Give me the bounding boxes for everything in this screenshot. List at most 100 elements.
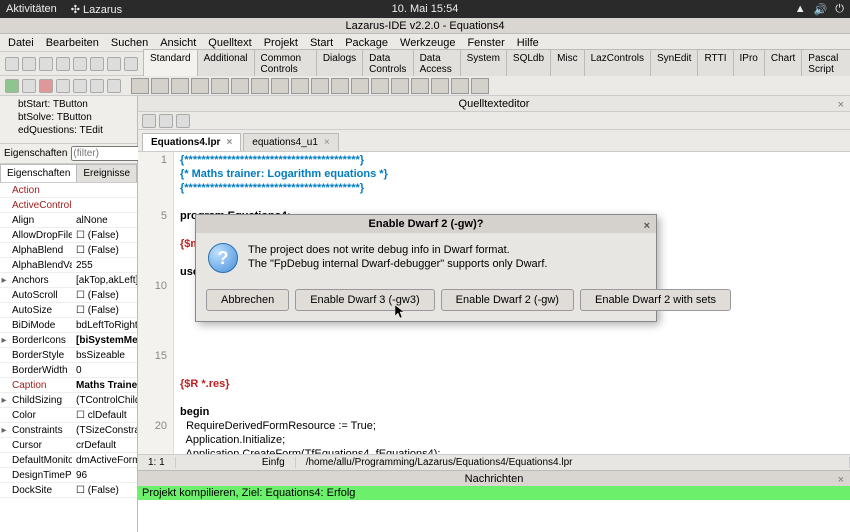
close-icon[interactable]: × bbox=[838, 97, 844, 113]
menu-datei[interactable]: Datei bbox=[8, 37, 34, 49]
palette-tab[interactable]: Dialogs bbox=[316, 49, 363, 78]
palette-tab[interactable]: System bbox=[460, 49, 507, 78]
open-icon[interactable] bbox=[22, 57, 36, 71]
prop-row[interactable]: CaptionMaths Trainer bbox=[0, 378, 137, 393]
prop-row[interactable]: DesignTimePPI96 bbox=[0, 468, 137, 483]
palette-component[interactable] bbox=[291, 78, 309, 94]
menu-package[interactable]: Package bbox=[345, 37, 388, 49]
clock[interactable]: 10. Mai 15:54 bbox=[392, 3, 459, 15]
prop-row[interactable]: AllowDropFiles☐ (False) bbox=[0, 228, 137, 243]
volume-icon[interactable]: 🔊 bbox=[814, 3, 828, 16]
menu-suchen[interactable]: Suchen bbox=[111, 37, 148, 49]
palette-component[interactable] bbox=[391, 78, 409, 94]
prop-row[interactable]: DockSite☐ (False) bbox=[0, 483, 137, 498]
prop-row[interactable]: Action bbox=[0, 183, 137, 198]
power-icon[interactable]: ⏻ bbox=[835, 3, 844, 16]
dialog-button[interactable]: Enable Dwarf 3 (-gw3) bbox=[295, 289, 434, 311]
units-icon[interactable] bbox=[107, 57, 121, 71]
dialog-button[interactable]: Enable Dwarf 2 with sets bbox=[580, 289, 731, 311]
prop-row[interactable]: ▸ChildSizing(TControlChildSizing) bbox=[0, 393, 137, 408]
prop-row[interactable]: ▸BorderIcons[biSystemMenu] bbox=[0, 333, 137, 348]
palette-component[interactable] bbox=[471, 78, 489, 94]
close-icon[interactable]: × bbox=[838, 472, 844, 488]
saveall-icon[interactable] bbox=[56, 57, 70, 71]
pause-icon[interactable] bbox=[22, 79, 36, 93]
prop-row[interactable]: AlignalNone bbox=[0, 213, 137, 228]
palette-tab[interactable]: Standard bbox=[143, 49, 198, 78]
tree-item[interactable]: edQuestions: TEdit bbox=[4, 124, 133, 137]
prop-row[interactable]: CursorcrDefault bbox=[0, 438, 137, 453]
palette-component[interactable] bbox=[271, 78, 289, 94]
menu-fenster[interactable]: Fenster bbox=[467, 37, 504, 49]
palette-component[interactable] bbox=[231, 78, 249, 94]
build-icon[interactable] bbox=[107, 79, 121, 93]
save-icon[interactable] bbox=[39, 57, 53, 71]
prop-row[interactable]: AutoSize☐ (False) bbox=[0, 303, 137, 318]
run-icon[interactable] bbox=[5, 79, 19, 93]
tree-item[interactable]: btSolve: TButton bbox=[4, 111, 133, 124]
palette-component[interactable] bbox=[431, 78, 449, 94]
stop-icon[interactable] bbox=[39, 79, 53, 93]
nav-dropdown-icon[interactable] bbox=[176, 114, 190, 128]
activities-button[interactable]: Aktivitäten bbox=[6, 3, 57, 16]
prop-row[interactable]: ▸Anchors[akTop,akLeft] bbox=[0, 273, 137, 288]
tree-item[interactable]: btStart: TButton bbox=[4, 98, 133, 111]
dialog-button[interactable]: Abbrechen bbox=[206, 289, 289, 311]
property-grid[interactable]: ActionActiveControlAlignalNoneAllowDropF… bbox=[0, 183, 137, 532]
menu-projekt[interactable]: Projekt bbox=[264, 37, 298, 49]
message-line[interactable]: Projekt kompilieren, Ziel: Equations4: E… bbox=[138, 486, 850, 500]
palette-tab[interactable]: Data Access bbox=[413, 49, 461, 78]
nav-fwd-icon[interactable] bbox=[159, 114, 173, 128]
menu-ansicht[interactable]: Ansicht bbox=[160, 37, 196, 49]
palette-tab[interactable]: LazControls bbox=[584, 49, 651, 78]
palette-tab[interactable]: Data Controls bbox=[362, 49, 413, 78]
palette-component[interactable] bbox=[351, 78, 369, 94]
menu-start[interactable]: Start bbox=[310, 37, 333, 49]
prop-row[interactable]: ▸Constraints(TSizeConstraints) bbox=[0, 423, 137, 438]
close-icon[interactable]: × bbox=[324, 137, 330, 148]
file-tab[interactable]: Equations4.lpr× bbox=[142, 133, 241, 151]
oi-tab[interactable]: Eigenschaften bbox=[0, 164, 77, 182]
palette-tab[interactable]: Additional bbox=[197, 49, 255, 78]
prop-row[interactable]: BorderStylebsSizeable bbox=[0, 348, 137, 363]
prop-row[interactable]: ActiveControl bbox=[0, 198, 137, 213]
palette-component[interactable] bbox=[371, 78, 389, 94]
stepinto-icon[interactable] bbox=[73, 79, 87, 93]
stepover-icon[interactable] bbox=[56, 79, 70, 93]
menu-hilfe[interactable]: Hilfe bbox=[517, 37, 539, 49]
file-tab[interactable]: equations4_u1× bbox=[243, 133, 338, 151]
close-icon[interactable]: × bbox=[644, 217, 650, 235]
palette-component[interactable] bbox=[311, 78, 329, 94]
palette-component[interactable] bbox=[191, 78, 209, 94]
prop-row[interactable]: AlphaBlend☐ (False) bbox=[0, 243, 137, 258]
oi-tab[interactable]: Ereignisse bbox=[76, 164, 137, 182]
app-menu[interactable]: ✣ Lazarus bbox=[71, 3, 122, 16]
palette-tab[interactable]: SynEdit bbox=[650, 49, 698, 78]
palette-tab[interactable]: IPro bbox=[733, 49, 765, 78]
prop-row[interactable]: DefaultMonitordmActiveForm bbox=[0, 453, 137, 468]
newform-icon[interactable] bbox=[73, 57, 87, 71]
new-icon[interactable] bbox=[5, 57, 19, 71]
menu-werkzeuge[interactable]: Werkzeuge bbox=[400, 37, 455, 49]
close-icon[interactable]: × bbox=[226, 137, 232, 148]
palette-tab[interactable]: RTTI bbox=[697, 49, 733, 78]
prop-row[interactable]: AlphaBlendValue255 bbox=[0, 258, 137, 273]
dialog-button[interactable]: Enable Dwarf 2 (-gw) bbox=[441, 289, 574, 311]
menu-bearbeiten[interactable]: Bearbeiten bbox=[46, 37, 99, 49]
prop-row[interactable]: BiDiModebdLeftToRight bbox=[0, 318, 137, 333]
messages-body[interactable]: Projekt kompilieren, Ziel: Equations4: E… bbox=[138, 486, 850, 532]
menu-quelltext[interactable]: Quelltext bbox=[208, 37, 251, 49]
stepout-icon[interactable] bbox=[90, 79, 104, 93]
prop-row[interactable]: AutoScroll☐ (False) bbox=[0, 288, 137, 303]
forms-icon[interactable] bbox=[124, 57, 138, 71]
palette-tab[interactable]: SQLdb bbox=[506, 49, 551, 78]
prop-row[interactable]: BorderWidth0 bbox=[0, 363, 137, 378]
palette-component[interactable] bbox=[251, 78, 269, 94]
toggle-icon[interactable] bbox=[90, 57, 104, 71]
palette-component[interactable] bbox=[411, 78, 429, 94]
palette-component[interactable] bbox=[151, 78, 169, 94]
palette-component[interactable] bbox=[331, 78, 349, 94]
palette-component[interactable] bbox=[211, 78, 229, 94]
nav-back-icon[interactable] bbox=[142, 114, 156, 128]
palette-component[interactable] bbox=[451, 78, 469, 94]
